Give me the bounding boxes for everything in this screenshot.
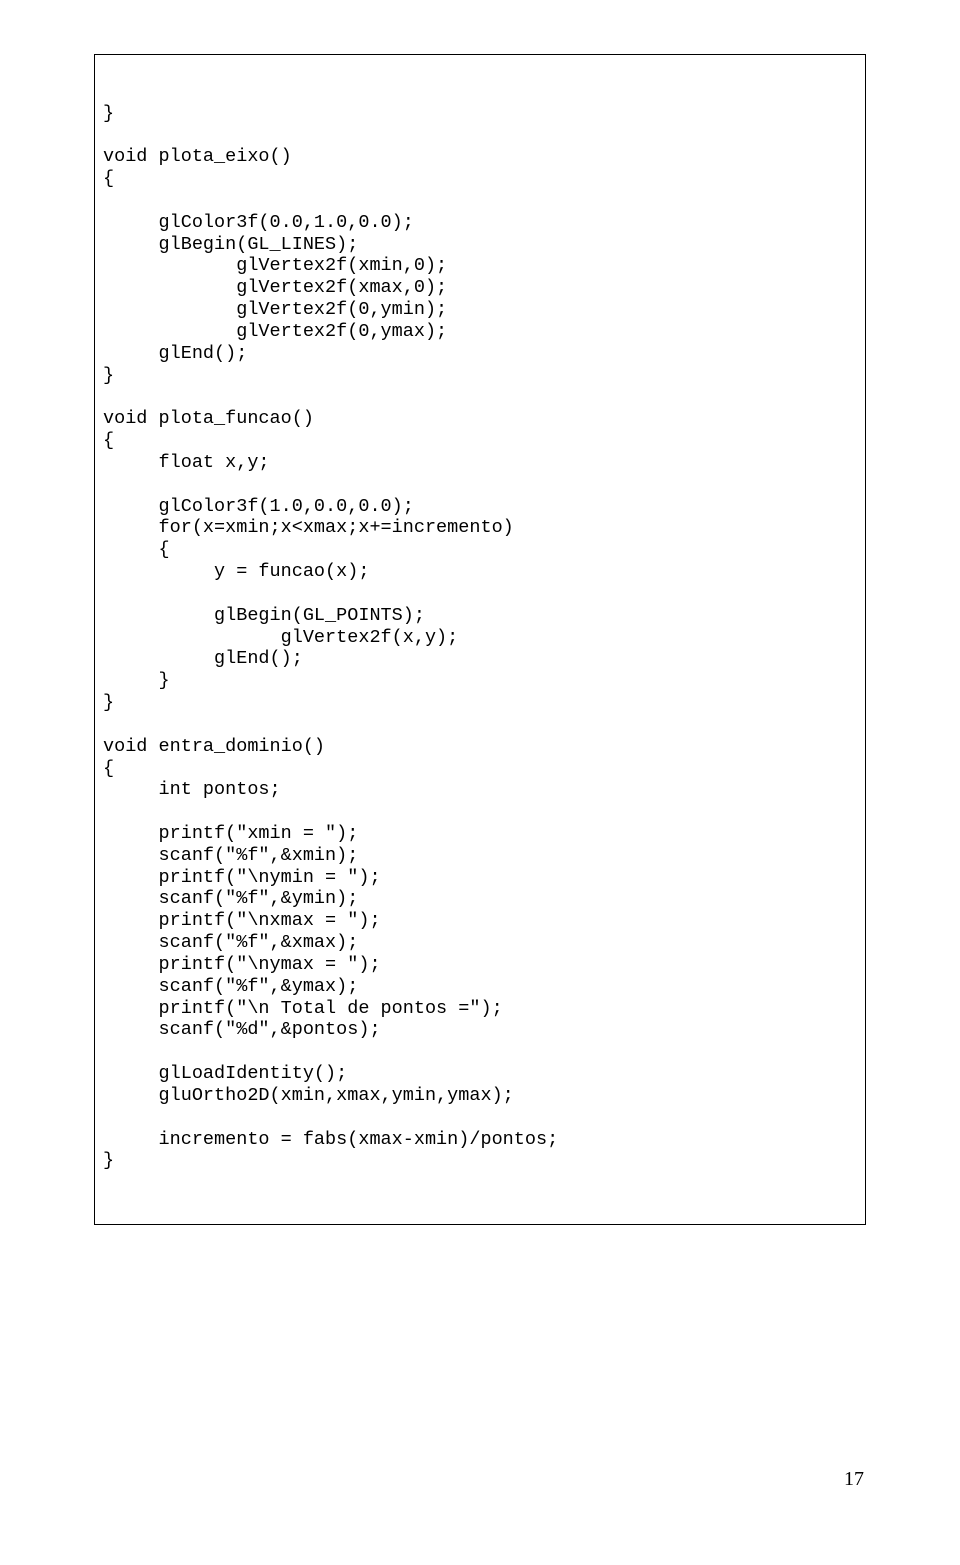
code-text: } void plota_eixo() { glColor3f(0.0,1.0,… [103,103,857,1173]
document-page: } void plota_eixo() { glColor3f(0.0,1.0,… [0,0,960,1565]
code-listing-box: } void plota_eixo() { glColor3f(0.0,1.0,… [94,54,866,1225]
page-number: 17 [844,1468,864,1491]
